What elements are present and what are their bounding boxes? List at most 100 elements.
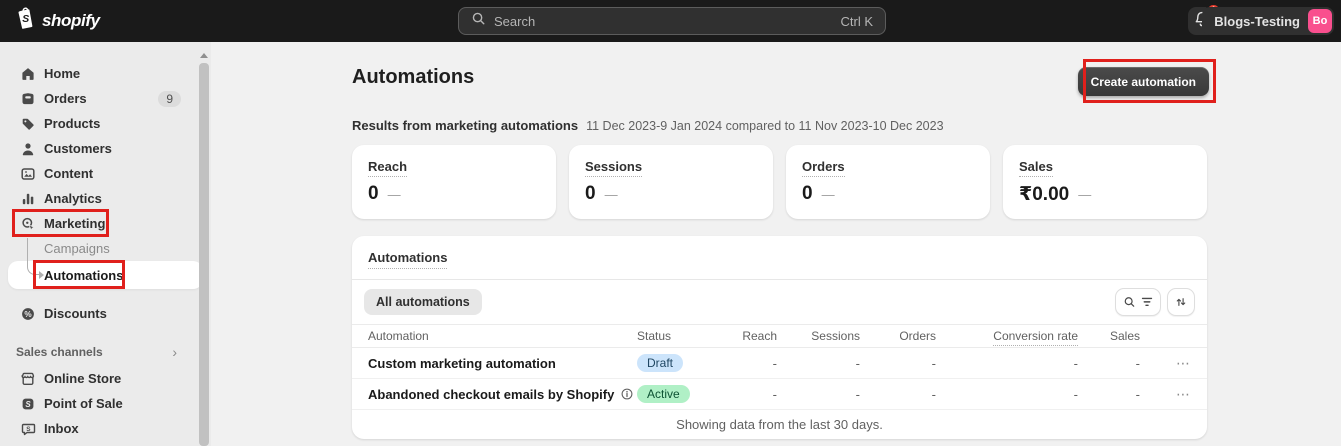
column-header-reach[interactable]: Reach [727, 329, 777, 343]
conversion-value: - [1073, 355, 1078, 371]
sidebar-item-label: Customers [44, 141, 112, 156]
orders-value: - [931, 386, 936, 402]
sidebar-scrollbar[interactable] [199, 63, 209, 446]
point-of-sale-icon: S [20, 396, 36, 412]
metric-label: Orders [802, 159, 845, 177]
sidebar-item-home[interactable]: Home [8, 61, 203, 86]
sidebar-item-discounts[interactable]: % Discounts [8, 301, 203, 326]
sidebar-item-label: Campaigns [44, 241, 110, 256]
metric-value: 0 [585, 183, 596, 204]
row-actions-menu-icon[interactable]: ⋯ [1140, 355, 1191, 372]
svg-text:S: S [22, 14, 29, 25]
search-shortcut: Ctrl K [840, 13, 874, 29]
metric-value: 0 [368, 183, 379, 204]
global-search-input[interactable]: Search Ctrl K [458, 7, 886, 35]
sort-button[interactable] [1167, 288, 1195, 316]
customers-icon [20, 141, 36, 157]
metric-card-sales[interactable]: Sales ₹0.00 — [1003, 145, 1207, 219]
shopify-wordmark: shopify [42, 11, 100, 30]
metric-change: — [1078, 187, 1092, 202]
column-header-sales[interactable]: Sales [1078, 329, 1140, 343]
metric-card-reach[interactable]: Reach 0 — [352, 145, 556, 219]
sidebar-item-customers[interactable]: Customers [8, 136, 203, 161]
reach-value: - [772, 355, 777, 371]
sidebar-item-label: Marketing [44, 216, 106, 231]
metric-label: Reach [368, 159, 408, 177]
metric-card-orders[interactable]: Orders 0 — [786, 145, 990, 219]
products-icon [20, 116, 36, 132]
sidebar-item-marketing[interactable]: Marketing [8, 211, 203, 236]
table-title: Automations [368, 250, 448, 269]
tab-all-automations[interactable]: All automations [364, 289, 482, 315]
sales-channels-header[interactable]: Sales channels › [8, 342, 203, 362]
sidebar-item-label: Analytics [44, 191, 102, 206]
svg-text:S: S [26, 426, 31, 433]
sidebar-item-label: Home [44, 66, 81, 81]
sidebar: Home Orders 9 Products Customers Content… [0, 42, 211, 446]
column-header-orders[interactable]: Orders [860, 329, 936, 343]
shopify-bag-icon: S [14, 6, 37, 36]
store-menu-button[interactable]: Blogs-Testing Bo [1202, 7, 1334, 35]
orders-icon [20, 91, 36, 107]
sidebar-item-orders[interactable]: Orders 9 [8, 86, 203, 111]
metric-label: Sessions [585, 159, 643, 177]
column-header-automation[interactable]: Automation [368, 329, 637, 343]
sidebar-item-online-store[interactable]: Online Store [8, 366, 203, 391]
table-row[interactable]: Abandoned checkout emails by Shopify Act… [352, 379, 1207, 410]
row-actions-menu-icon[interactable]: ⋯ [1140, 386, 1191, 403]
metric-change: — [821, 186, 835, 202]
metric-change: — [387, 186, 401, 202]
sort-icon [1176, 298, 1186, 306]
svg-text:%: % [24, 309, 32, 318]
table-header-row: Automation Status Reach Sessions Orders … [352, 324, 1207, 348]
search-icon [1124, 297, 1135, 307]
column-header-status[interactable]: Status [637, 329, 727, 343]
sidebar-item-label: Content [44, 166, 94, 181]
sidebar-item-content[interactable]: Content [8, 161, 203, 186]
automation-name[interactable]: Custom marketing automation [368, 356, 637, 371]
chevron-right-icon: › [172, 344, 177, 360]
filter-icon [1141, 297, 1153, 307]
search-icon [471, 11, 486, 31]
sidebar-item-label: Point of Sale [44, 396, 123, 411]
search-filter-button[interactable] [1115, 288, 1161, 316]
scrollbar-up-arrow[interactable] [200, 53, 208, 58]
sales-value: - [1135, 355, 1140, 371]
online-store-icon [20, 371, 36, 387]
orders-count-badge: 9 [158, 90, 181, 107]
column-header-conversion-rate[interactable]: Conversion rate [936, 329, 1078, 346]
sidebar-item-inbox[interactable]: S Inbox [8, 416, 203, 441]
column-header-sessions[interactable]: Sessions [777, 329, 860, 343]
sidebar-item-label: Discounts [44, 306, 107, 321]
search-placeholder: Search [494, 13, 536, 29]
sidebar-item-point-of-sale[interactable]: S Point of Sale [8, 391, 203, 416]
reach-value: - [772, 386, 777, 402]
page-title: Automations [352, 66, 475, 88]
automations-table-card: Automations All automations Automation S… [352, 236, 1207, 439]
sales-channels-label: Sales channels [16, 345, 103, 359]
create-automation-button[interactable]: Create automation [1077, 67, 1209, 96]
tree-connector-arrow [39, 271, 44, 279]
sidebar-item-products[interactable]: Products [8, 111, 203, 136]
metric-change: — [604, 186, 618, 202]
sidebar-item-label: Orders [44, 91, 87, 106]
table-row[interactable]: Custom marketing automation Draft - - - … [352, 348, 1207, 379]
results-date-range: 11 Dec 2023-9 Jan 2024 compared to 11 No… [586, 119, 944, 133]
sessions-value: - [855, 355, 860, 371]
conversion-value: - [1073, 386, 1078, 402]
metric-card-sessions[interactable]: Sessions 0 — [569, 145, 773, 219]
status-badge: Draft [637, 354, 684, 372]
topbar: S shopify Search Ctrl K 1 [0, 0, 1341, 42]
results-label: Results from marketing automations [352, 118, 579, 133]
info-icon[interactable] [620, 387, 634, 401]
content-icon [20, 166, 36, 182]
automation-name[interactable]: Abandoned checkout emails by Shopify [368, 387, 637, 402]
shopify-logo[interactable]: S shopify [14, 0, 100, 42]
metric-label: Sales [1019, 159, 1053, 177]
store-name: Blogs-Testing [1214, 13, 1300, 29]
tree-connector [27, 238, 40, 275]
sidebar-item-analytics[interactable]: Analytics [8, 186, 203, 211]
sidebar-item-label: Products [44, 116, 101, 131]
orders-value: - [931, 355, 936, 371]
status-badge: Active [637, 385, 690, 403]
